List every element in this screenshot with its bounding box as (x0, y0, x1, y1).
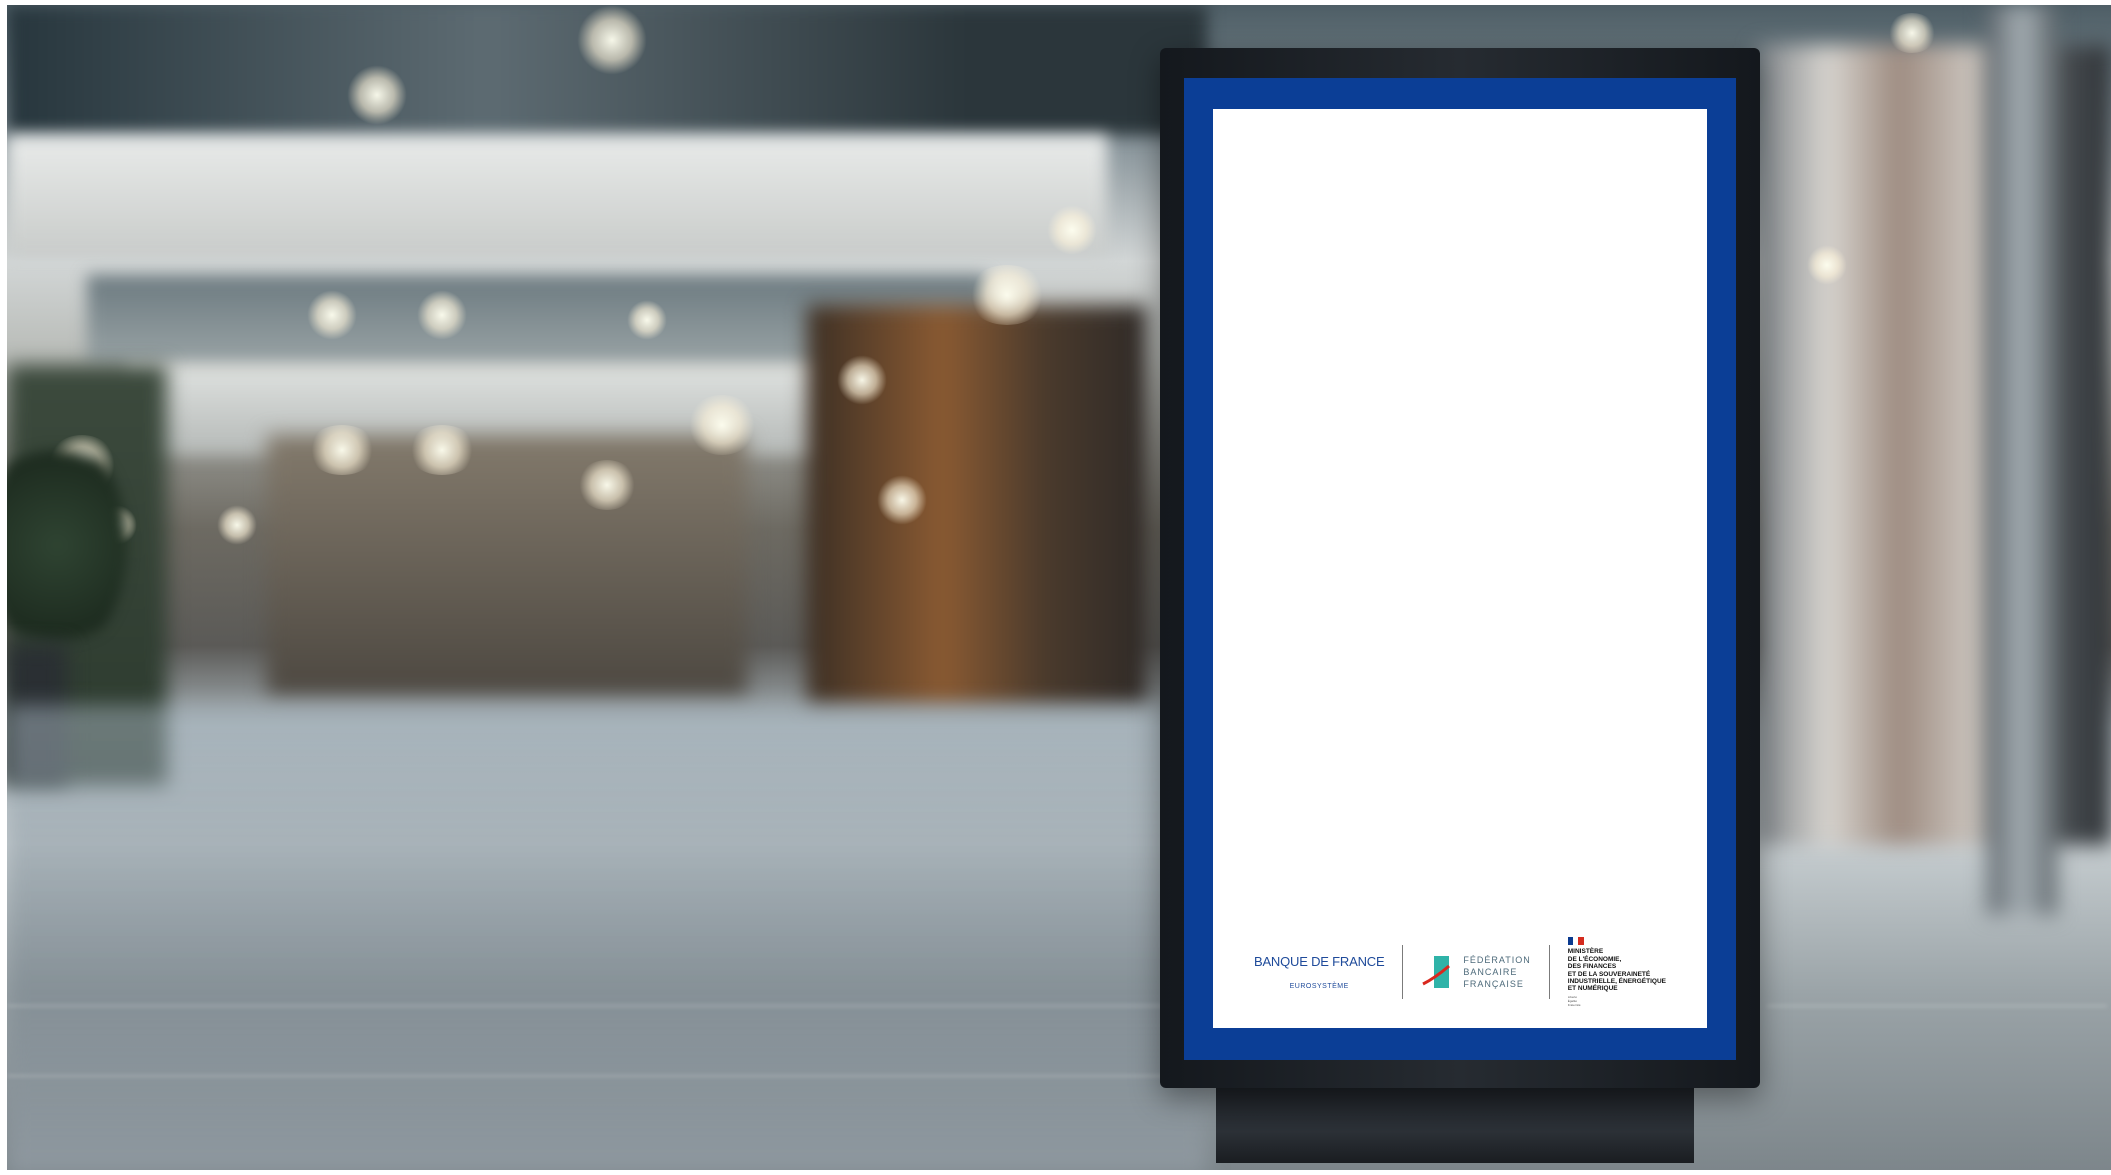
ministry-motto-3: Fraternité (1567, 1002, 1581, 1007)
banque-de-france-name: BANQUE DE FRANCE (1253, 954, 1385, 969)
shop-front-right (1757, 45, 2111, 845)
light-bokeh (217, 505, 257, 545)
kiosk-screen: BANQUE DE FRANCE EUROSYSTÈME FÉDÉRATION … (1213, 109, 1707, 1028)
mall-background (7, 5, 2111, 1170)
light-bokeh (1887, 13, 1937, 53)
ministry-logo: MINISTÈRE DE L'ÉCONOMIE, DES FINANCES ET… (1550, 937, 1684, 1007)
federation-bancaire-logo: FÉDÉRATION BANCAIRE FRANÇAISE (1403, 954, 1548, 990)
floor-tile-line (1767, 1005, 2107, 1007)
floor-tile-line (7, 1005, 1167, 1007)
light-bokeh (967, 265, 1047, 325)
banque-de-france-logo: BANQUE DE FRANCE EUROSYSTÈME (1236, 954, 1402, 990)
floor-tile-line (7, 1075, 1167, 1077)
light-bokeh (877, 475, 927, 525)
ministry-line-6: ET NUMÉRIQUE (1567, 985, 1618, 993)
banque-de-france-subtitle: EUROSYSTÈME (1289, 983, 1349, 990)
light-bokeh (407, 425, 477, 475)
floor-reflection (7, 705, 1207, 1170)
kiosk-base (1216, 1083, 1694, 1163)
light-bokeh (577, 460, 637, 510)
light-bokeh (417, 290, 467, 340)
light-bokeh (687, 395, 757, 455)
french-flag-icon (1567, 937, 1584, 946)
light-bokeh (307, 425, 377, 475)
light-bokeh (577, 5, 647, 75)
light-bokeh (1807, 245, 1847, 285)
light-bokeh (837, 355, 887, 405)
balcony-band (7, 135, 1107, 255)
federation-line-3: FRANÇAISE (1463, 979, 1524, 989)
partner-logos: BANQUE DE FRANCE EUROSYSTÈME FÉDÉRATION … (1213, 937, 1707, 1007)
federation-mark-icon (1421, 954, 1453, 990)
light-bokeh (307, 290, 357, 340)
pillar-right (1987, 5, 2057, 915)
ministry-line-1: MINISTÈRE (1567, 948, 1604, 956)
light-bokeh (347, 65, 407, 125)
ministry-line-3: DES FINANCES (1567, 963, 1617, 971)
federation-line-1: FÉDÉRATION (1463, 955, 1531, 965)
federation-line-2: BANCAIRE (1463, 967, 1518, 977)
ministry-line-4: ET DE LA SOUVERAINETÉ (1567, 970, 1651, 978)
light-bokeh (1047, 205, 1097, 255)
ministry-line-2: DE L'ÉCONOMIE, (1567, 955, 1622, 963)
light-bokeh (627, 300, 667, 340)
